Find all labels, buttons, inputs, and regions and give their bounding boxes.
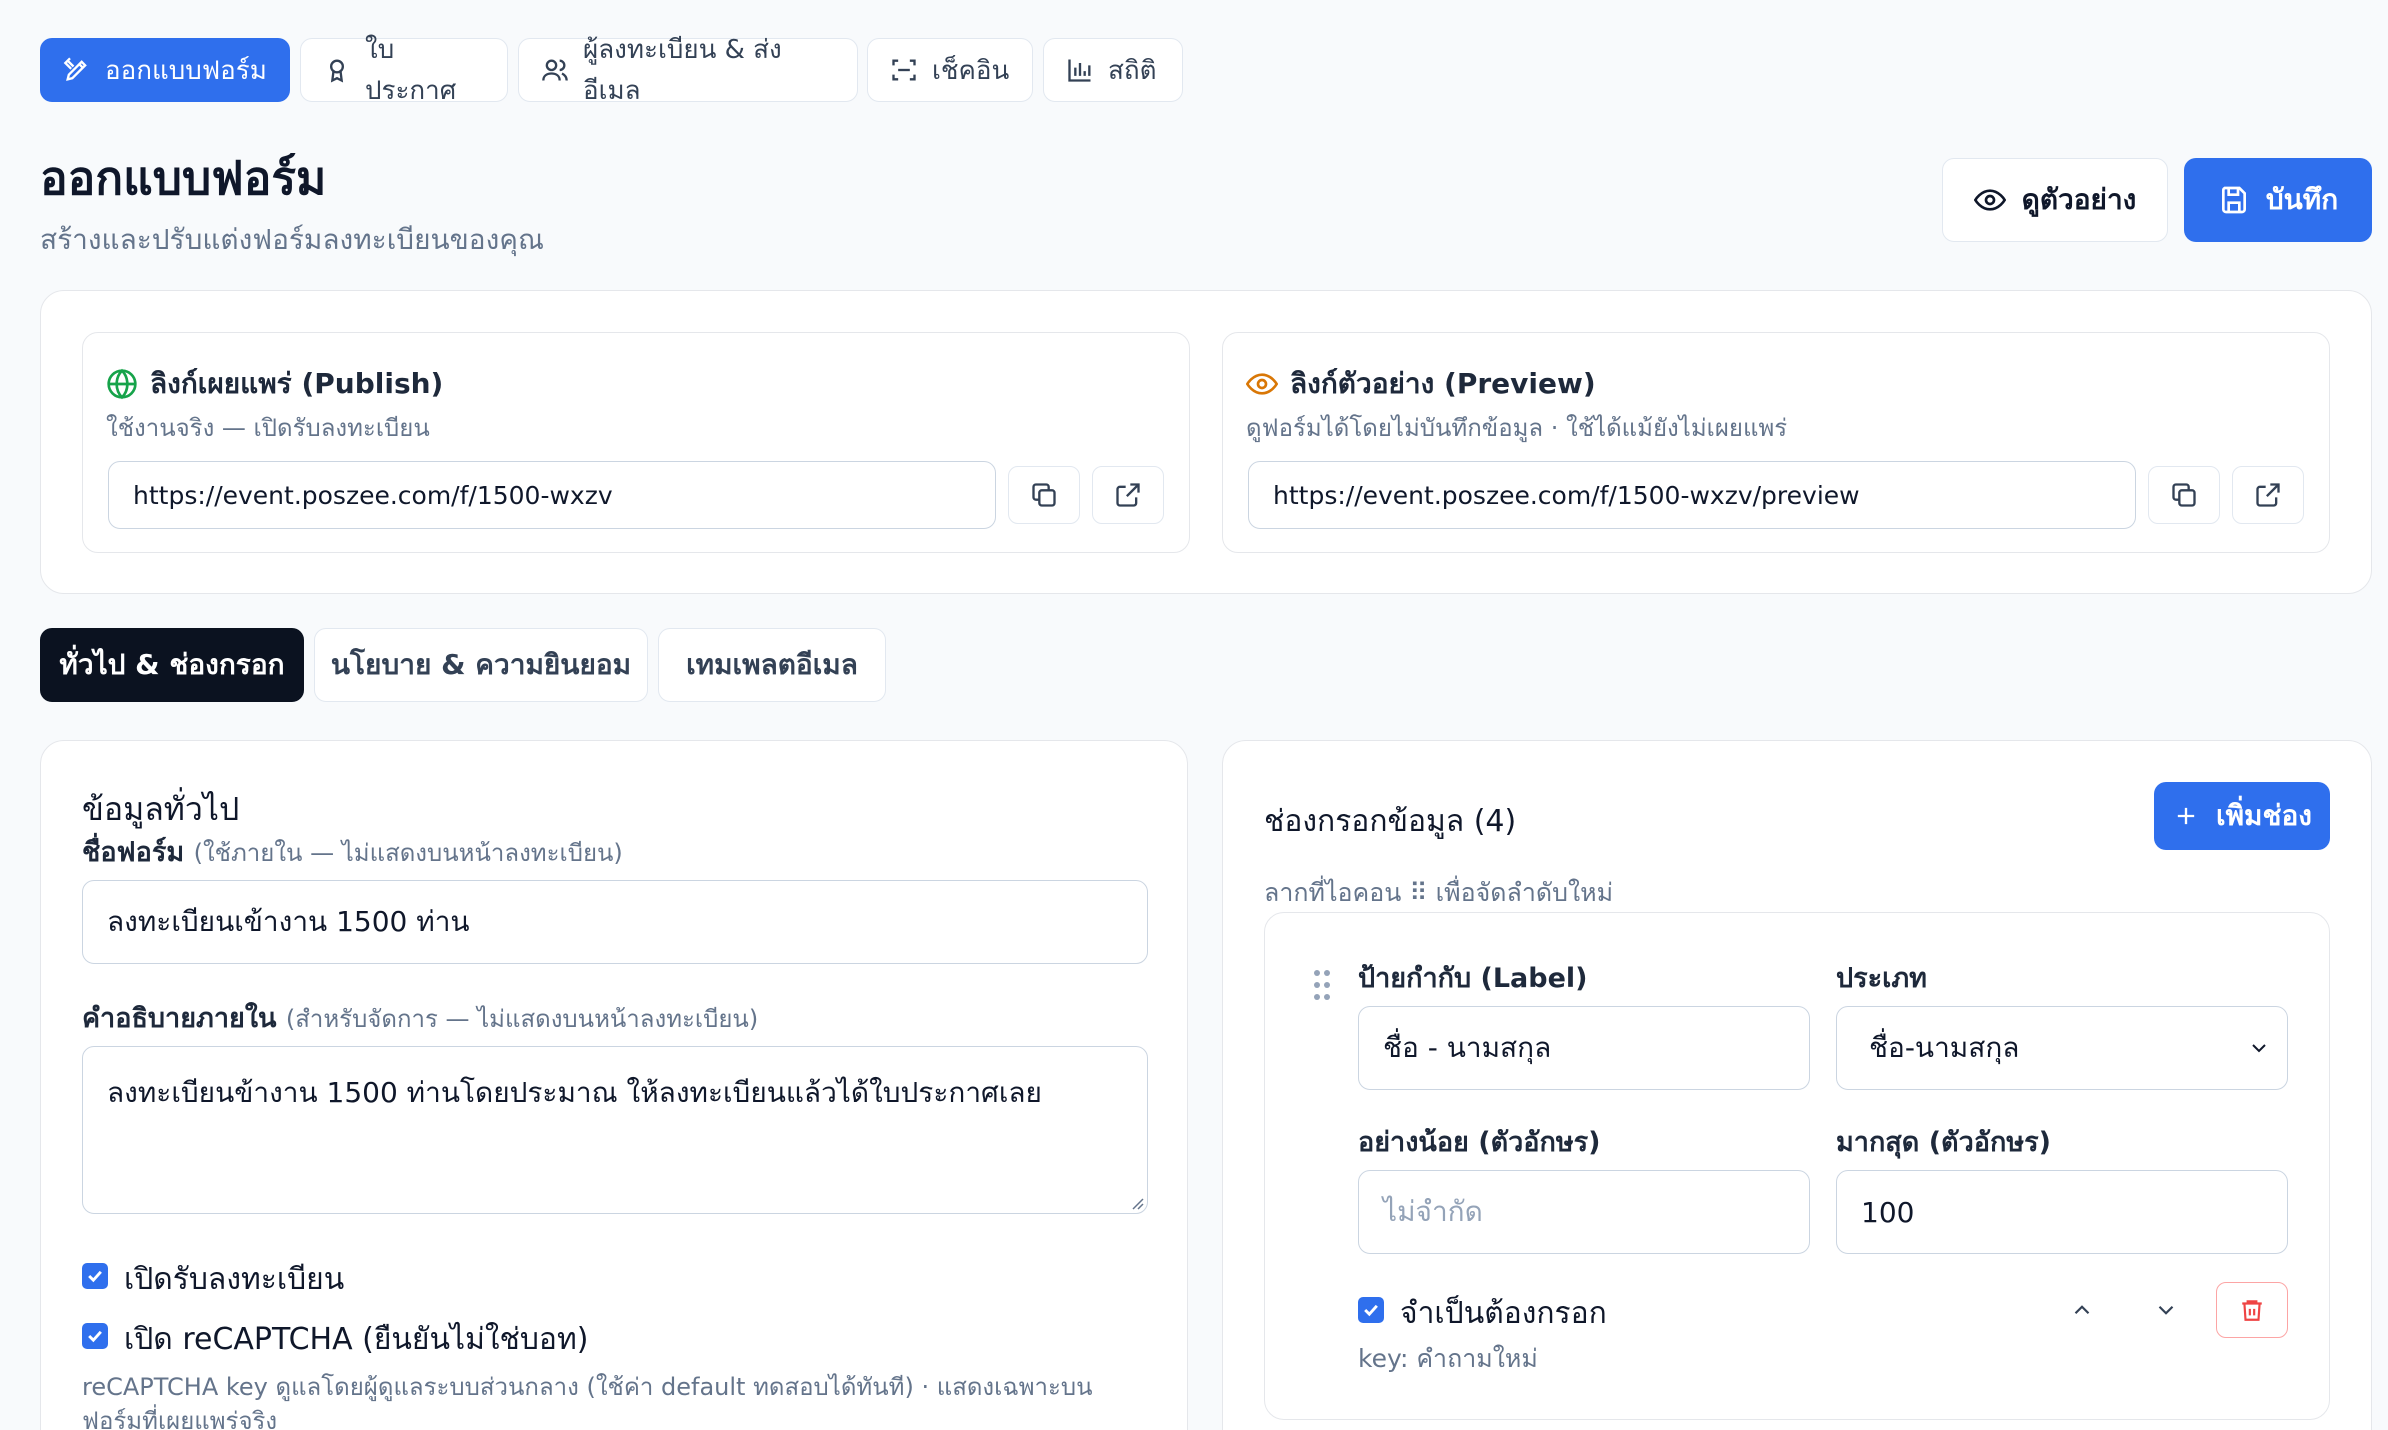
publish-url-field[interactable]: https://event.poszee.com/f/1500-wxzv (108, 461, 996, 529)
max-length-input[interactable]: 100 (1836, 1170, 2288, 1254)
tab-label: ออกแบบฟอร์ม (105, 55, 267, 86)
move-up-button[interactable] (2064, 1292, 2100, 1328)
preview-link-title: ลิงก์ตัวอย่าง (Preview) (1246, 362, 1596, 406)
tab-label: ผู้ลงทะเบียน & ส่งอีเมล (583, 35, 782, 106)
add-field-button[interactable]: เพิ่มช่อง (2154, 782, 2330, 850)
max-length-label: มากสุด (ตัวอักษร) (1836, 1127, 2051, 1158)
save-button[interactable]: บันทึก (2184, 158, 2372, 242)
general-section-title: ข้อมูลทั่วไป (82, 790, 240, 828)
field-label-label: ป้ายกำกับ (Label) (1358, 963, 1588, 994)
copy-icon (1030, 481, 1058, 509)
delete-field-button[interactable] (2216, 1282, 2288, 1338)
preview-button[interactable]: ดูตัวอย่าง (1942, 158, 2168, 242)
scan-icon (890, 56, 918, 84)
field-label-input[interactable]: ชื่อ - นามสกุล (1358, 1006, 1810, 1090)
preview-link-subtitle: ดูฟอร์มได้โดยไม่บันทึกข้อมูล · ใช้ได้แม้… (1246, 414, 1788, 442)
tab-policy-consent[interactable]: นโยบาย & ความยินยอม (314, 628, 648, 702)
preview-label: ดูตัวอย่าง (2021, 183, 2137, 216)
form-name-hint: (ใช้ภายใน — ไม่แสดงบนหน้าลงทะเบียน) (193, 839, 623, 867)
drag-handle-icon[interactable] (1313, 968, 1331, 1002)
globe-icon (106, 368, 138, 400)
required-checkbox[interactable] (1358, 1297, 1384, 1323)
min-length-label: อย่างน้อย (ตัวอักษร) (1358, 1127, 1601, 1158)
tab-label: สถิติ (1108, 55, 1157, 86)
drag-hint: ลากที่ไอคอน ⠿ เพื่อจัดลำดับใหม่ (1264, 878, 1614, 907)
pencil-ruler-icon (63, 56, 91, 84)
publish-link-title: ลิงก์เผยแพร่ (Publish) (106, 362, 443, 406)
tab-form-design[interactable]: ออกแบบฟอร์ม (40, 38, 290, 102)
trash-icon (2239, 1297, 2265, 1323)
field-key-text: key: คำถามใหม่ (1358, 1344, 1538, 1373)
open-registration-checkbox[interactable] (82, 1263, 108, 1289)
tab-checkin[interactable]: เช็คอิน (867, 38, 1033, 102)
preview-url-field[interactable]: https://event.poszee.com/f/1500-wxzv/pre… (1248, 461, 2136, 529)
eye-icon (1973, 184, 2006, 216)
field-type-label: ประเภท (1836, 963, 1927, 994)
open-registration-label: เปิดรับลงทะเบียน (124, 1262, 345, 1297)
external-link-icon (1114, 481, 1142, 509)
description-hint: (สำหรับจัดการ — ไม่แสดงบนหน้าลงทะเบียน) (285, 1005, 759, 1033)
page-subtitle: สร้างและปรับแต่งฟอร์มลงทะเบียนของคุณ (40, 223, 544, 256)
eye-icon (1246, 368, 1278, 400)
award-icon (323, 56, 351, 84)
tab-email-template[interactable]: เทมเพลตอีเมล (658, 628, 886, 702)
copy-publish-button[interactable] (1008, 466, 1080, 524)
move-down-button[interactable] (2148, 1292, 2184, 1328)
description-label: คำอธิบายภายใน (สำหรับจัดการ — ไม่แสดงบนห… (82, 1003, 759, 1034)
tab-label: ใบประกาศ (365, 35, 457, 106)
tab-stats[interactable]: สถิติ (1043, 38, 1183, 102)
open-publish-button[interactable] (1092, 466, 1164, 524)
copy-preview-button[interactable] (2148, 466, 2220, 524)
recaptcha-label: เปิด reCAPTCHA (ยืนยันไม่ใช่บอท) (124, 1322, 589, 1357)
tab-general-fields[interactable]: ทั่วไป & ช่องกรอก (40, 628, 304, 702)
field-type-value: ชื่อ-นามสกุล (1869, 1031, 2020, 1064)
form-name-label: ชื่อฟอร์ม (ใช้ภายใน — ไม่แสดงบนหน้าลงทะเ… (82, 837, 623, 868)
chevron-up-icon (2069, 1297, 2095, 1323)
field-type-select[interactable]: ชื่อ-นามสกุล (1836, 1006, 2288, 1090)
chevron-down-icon (2153, 1297, 2179, 1323)
recaptcha-checkbox[interactable] (82, 1323, 108, 1349)
tab-label: เช็คอิน (932, 55, 1010, 86)
add-field-label: เพิ่มช่อง (2216, 799, 2312, 832)
chevron-down-icon (2247, 1036, 2271, 1060)
resize-handle-icon[interactable] (1128, 1194, 1144, 1210)
copy-icon (2170, 481, 2198, 509)
bar-chart-icon (1066, 56, 1094, 84)
users-icon (541, 56, 569, 84)
min-length-input[interactable]: ไม่จำกัด (1358, 1170, 1810, 1254)
publish-link-subtitle: ใช้งานจริง — เปิดรับลงทะเบียน (106, 414, 430, 442)
save-icon (2218, 184, 2250, 216)
plus-icon (2172, 802, 2200, 830)
form-name-input[interactable]: ลงทะเบียนเข้างาน 1500 ท่าน (82, 880, 1148, 964)
tab-certificates[interactable]: ใบประกาศ (300, 35, 508, 106)
fields-section-title: ช่องกรอกข้อมูล (4) (1264, 804, 1517, 839)
external-link-icon (2254, 481, 2282, 509)
save-label: บันทึก (2265, 183, 2339, 216)
description-textarea[interactable]: ลงทะเบียนข้างาน 1500 ท่านโดยประมาณ ให้ลง… (82, 1046, 1148, 1214)
recaptcha-note: reCAPTCHA key ดูแลโดยผู้ดูแลระบบส่วนกลาง… (82, 1373, 1093, 1430)
required-label: จำเป็นต้องกรอก (1400, 1296, 1607, 1331)
page-title: ออกแบบฟอร์ม (40, 151, 327, 205)
tab-registrants[interactable]: ผู้ลงทะเบียน & ส่งอีเมล (518, 35, 858, 106)
open-preview-button[interactable] (2232, 466, 2304, 524)
